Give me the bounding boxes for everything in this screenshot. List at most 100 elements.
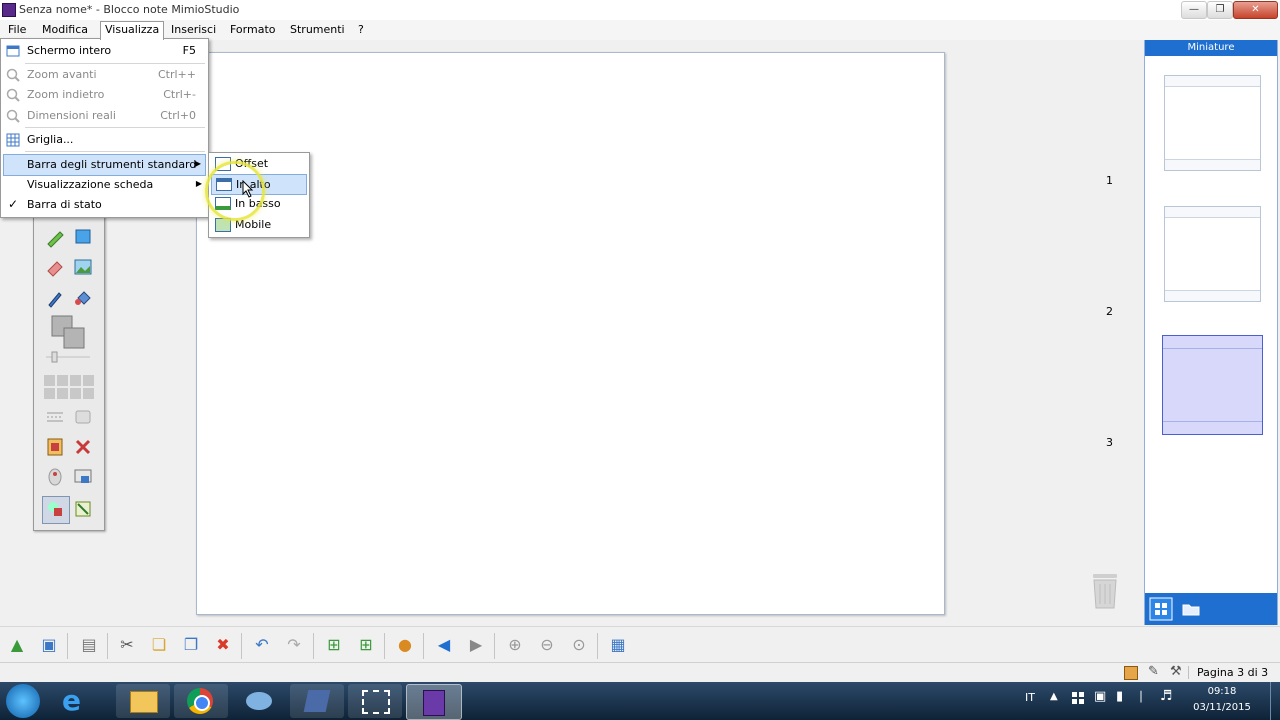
signal-icon[interactable]: ∣ [1138,689,1144,703]
paste-icon[interactable]: ❐ [180,634,202,656]
menu-item-fullscreen[interactable]: Schermo intero F5 [1,41,208,61]
standard-toolbar: ▲ ▣ ▤ ✂ ❏ ❐ ✖ ↶ ↷ ⊞ ⊞ ● ◀ ▶ ⊕ ⊖ ⊙ ▦ [0,626,1280,663]
zoom-out-icon[interactable]: ⊖ [536,634,558,656]
show-desktop-button[interactable] [1270,682,1280,720]
save-icon[interactable]: ▣ [38,634,60,656]
close-button[interactable]: ✕ [1233,1,1278,19]
thumbnail-view-icon[interactable] [1149,597,1173,621]
eraser-icon[interactable] [44,256,66,278]
actual-size-icon[interactable]: ⊙ [568,634,590,656]
power-icon[interactable]: ▮ [1116,689,1123,704]
toolbox-panel [33,213,105,531]
clock-date[interactable]: 03/11/2015 [1190,702,1254,713]
menu-insert[interactable]: Inserisci [169,23,218,36]
menu-tools[interactable]: Strumenti [288,23,347,36]
redo-icon[interactable]: ↷ [283,634,305,656]
folder-view-icon[interactable] [1181,599,1201,619]
language-indicator[interactable]: IT [1025,691,1035,704]
duplicate-page-icon[interactable]: ⊞ [355,634,377,656]
image-icon[interactable] [72,256,94,278]
menu-item-tab-view[interactable]: Visualizzazione scheda ▶ [1,175,208,195]
thumbnail-page-3-selected[interactable] [1162,335,1263,435]
shape-recognition-icon[interactable] [44,498,66,520]
zoom-in-icon[interactable]: ⊕ [504,634,526,656]
title-bar: Senza nome* - Blocco note MimioStudio — … [0,0,1280,21]
delete-icon[interactable]: ✖ [212,634,234,656]
window-title: Senza nome* - Blocco note MimioStudio [19,3,240,16]
zoom-out-icon [6,88,20,102]
new-page-icon[interactable]: ⊞ [323,634,345,656]
menu-separator [25,127,205,128]
recorder-icon[interactable] [44,466,66,488]
grid-icon [6,133,20,147]
ie-icon[interactable]: e [62,684,81,718]
network-icon[interactable]: ▣ [1094,689,1106,704]
volume-icon[interactable]: ♬ [1160,688,1173,704]
pen-icon[interactable] [44,226,66,248]
previous-page-icon[interactable]: ◀ [433,634,455,656]
fill-icon[interactable] [72,286,94,308]
minimize-button[interactable]: — [1181,1,1207,19]
windows-flag-icon[interactable] [1072,692,1084,704]
line-width-slider[interactable] [44,350,92,364]
thumbnail-page-2[interactable] [1164,206,1261,302]
taskbar-mimio-notebook[interactable] [406,684,462,720]
taskbar-explorer[interactable] [116,684,170,718]
menu-item-standard-toolbar[interactable]: Barra degli strumenti standard ▶ [3,154,206,176]
fullscreen-icon[interactable]: ▦ [607,634,629,656]
taskbar-capture[interactable] [348,684,402,718]
menu-item-grid[interactable]: Griglia... [1,130,208,150]
color-swatch-icon[interactable] [48,314,88,350]
open-icon[interactable]: ▲ [6,634,28,656]
toolbar-separator [494,633,495,659]
insert-shape-icon[interactable] [72,498,94,520]
dropper-icon[interactable] [44,286,66,308]
collaboration-icon[interactable]: ● [394,634,416,656]
print-icon[interactable]: ▤ [78,634,100,656]
tools-icon[interactable] [72,436,94,458]
thumbnail-number-3: 3 [1106,436,1113,449]
gallery-icon[interactable] [44,436,66,458]
menu-file[interactable]: File [6,23,28,36]
toolbar-separator [597,633,598,659]
fullscreen-icon [6,45,20,57]
gallery-status-icon[interactable] [1124,666,1138,680]
undo-icon[interactable]: ↶ [251,634,273,656]
thumbnail-number-1: 1 [1106,174,1113,187]
menu-format[interactable]: Formato [228,23,278,36]
trash-icon[interactable] [1089,572,1121,610]
notebook-page[interactable] [196,52,945,615]
view-menu-dropdown: Schermo intero F5 Zoom avanti Ctrl++ Zoom … [0,38,209,218]
cut-icon[interactable]: ✂ [116,634,138,656]
screen-capture-icon[interactable] [72,466,94,488]
copy-icon[interactable]: ❏ [148,634,170,656]
taskbar-mail[interactable] [232,684,286,718]
pen-status-icon[interactable]: ✎ [1148,664,1159,679]
menu-item-status-bar[interactable]: ✓ Barra di stato [1,195,208,215]
start-button[interactable] [6,684,40,718]
wrench-status-icon[interactable]: ⚒ [1170,664,1182,679]
menu-item-zoom-in[interactable]: Zoom avanti Ctrl++ [1,65,208,85]
windows-taskbar: e IT ▲ ▣ ▮ ∣ ♬ 09:18 03/11/2015 [0,682,1280,720]
transparency-icon[interactable] [72,406,94,428]
taskbar-chrome[interactable] [174,684,228,718]
toolbar-separator [423,633,424,659]
taskbar-mimio-tools[interactable] [290,684,344,718]
menu-view[interactable]: Visualizza [100,21,165,40]
menu-item-zoom-out[interactable]: Zoom indietro Ctrl+- [1,85,208,105]
menu-help[interactable]: ? [356,23,366,36]
thumbnail-page-1[interactable] [1164,75,1261,171]
toolbar-separator [241,633,242,659]
show-hidden-icons-icon[interactable]: ▲ [1050,691,1058,702]
thumbnail-header: Miniature [1145,40,1277,56]
maximize-button[interactable]: ❐ [1207,1,1233,19]
page-indicator: Pagina 3 di 3 [1188,666,1268,679]
grid-palette-icon[interactable] [43,374,95,400]
menu-edit[interactable]: Modifica [40,23,90,36]
clock-time[interactable]: 09:18 [1190,686,1254,697]
submenu-arrow-icon: ▶ [194,159,201,168]
menu-item-actual-size[interactable]: Dimensioni reali Ctrl+0 [1,106,208,126]
line-style-icon[interactable] [44,406,66,428]
next-page-icon[interactable]: ▶ [465,634,487,656]
rectangle-icon[interactable] [72,226,94,248]
